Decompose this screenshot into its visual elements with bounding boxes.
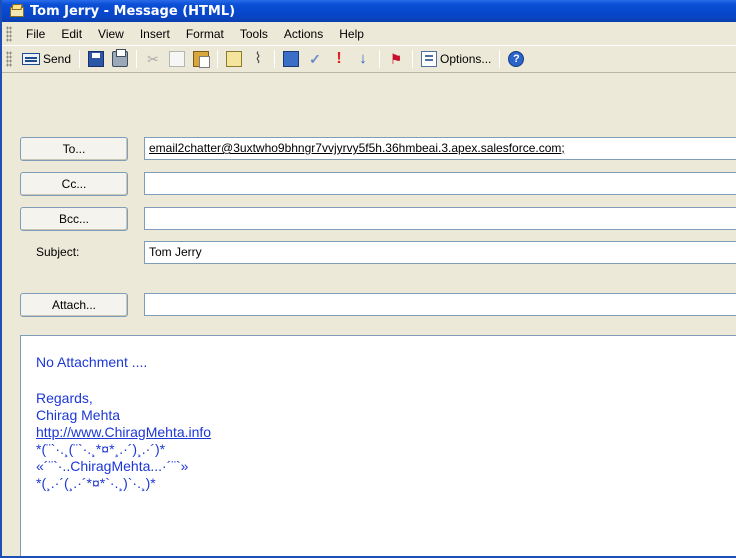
- subject-label: Subject:: [36, 245, 80, 259]
- message-window: Tom Jerry - Message (HTML) File Edit Vie…: [0, 0, 736, 558]
- attach-field[interactable]: [144, 293, 736, 316]
- cut-button[interactable]: ✂: [142, 48, 164, 70]
- standard-toolbar: Send ✂ ⌇ ✓ ! ↓ ⚑ Options... ?: [2, 45, 736, 73]
- save-button[interactable]: [85, 48, 107, 70]
- bcc-button[interactable]: Bcc...: [20, 207, 128, 231]
- help-button[interactable]: ?: [505, 48, 527, 70]
- to-field[interactable]: email2chatter@3uxtwho9bhngr7vvjyrvy5f5h.…: [144, 137, 736, 160]
- send-label: Send: [43, 52, 72, 66]
- check-names-icon: ✓: [309, 51, 321, 67]
- to-button[interactable]: To...: [20, 137, 128, 161]
- body-line: *(¨`·.¸(¨`·.¸*¤*¸.·´)¸.·´)*: [36, 441, 166, 457]
- low-importance-button[interactable]: ↓: [352, 48, 374, 70]
- menu-format[interactable]: Format: [178, 24, 232, 44]
- subject-field[interactable]: Tom Jerry: [144, 241, 736, 264]
- menu-bar: File Edit View Insert Format Tools Actio…: [2, 22, 736, 45]
- send-button[interactable]: Send: [19, 48, 74, 70]
- menu-actions[interactable]: Actions: [276, 24, 331, 44]
- attach-button[interactable]: Attach...: [20, 293, 128, 317]
- menu-insert[interactable]: Insert: [132, 24, 178, 44]
- low-importance-icon: ↓: [359, 50, 367, 67]
- body-line: Chirag Mehta: [36, 407, 121, 423]
- window-title: Tom Jerry - Message (HTML): [30, 3, 236, 19]
- body-line: No Attachment ....: [36, 354, 148, 370]
- print-button[interactable]: [109, 48, 131, 70]
- toolbar-separator: [274, 50, 276, 68]
- insert-file-button[interactable]: ⌇: [247, 48, 269, 70]
- toolbar-separator: [136, 50, 138, 68]
- menu-tools[interactable]: Tools: [232, 24, 276, 44]
- toolbar-separator: [79, 50, 81, 68]
- menu-grip-icon[interactable]: [6, 25, 12, 42]
- signature-icon: [226, 51, 243, 67]
- paste-icon: [193, 51, 211, 68]
- attach-icon: ⌇: [254, 50, 262, 67]
- signature-link[interactable]: http://www.ChiragMehta.info: [36, 424, 736, 441]
- bcc-field[interactable]: [144, 207, 736, 230]
- toolbar-separator: [412, 50, 414, 68]
- body-line: *(¸.·´(¸.·´*¤*`·.¸)`·.¸)*: [36, 475, 156, 491]
- body-line: Regards,: [36, 390, 93, 406]
- menu-edit[interactable]: Edit: [53, 24, 90, 44]
- menu-view[interactable]: View: [90, 24, 132, 44]
- copy-button[interactable]: [166, 48, 188, 70]
- follow-up-button[interactable]: ⚑: [385, 48, 407, 70]
- cc-button[interactable]: Cc...: [20, 172, 128, 196]
- toolbar-separator: [217, 50, 219, 68]
- paste-button[interactable]: [190, 48, 212, 70]
- high-importance-icon: !: [336, 50, 342, 67]
- message-body[interactable]: No Attachment .... Regards, Chirag Mehta…: [20, 335, 736, 556]
- save-icon: [88, 51, 105, 67]
- high-importance-button[interactable]: !: [328, 48, 350, 70]
- menu-file[interactable]: File: [18, 24, 53, 44]
- options-button[interactable]: Options...: [418, 48, 494, 70]
- message-header: To... email2chatter@3uxtwho9bhngr7vvjyrv…: [2, 73, 736, 333]
- copy-icon: [169, 51, 186, 67]
- print-icon: [112, 49, 129, 67]
- send-icon: [22, 53, 40, 65]
- menu-help[interactable]: Help: [331, 24, 372, 44]
- help-icon: ?: [508, 51, 525, 67]
- signature-button[interactable]: [223, 48, 245, 70]
- toolbar-grip-icon[interactable]: [6, 51, 12, 67]
- follow-up-flag-icon: ⚑: [389, 51, 403, 67]
- body-line: «´¨`·..ChiragMehta...·´¨`»: [36, 458, 189, 474]
- cut-icon: ✂: [147, 51, 159, 67]
- toolbar-separator: [379, 50, 381, 68]
- address-book-icon: [283, 51, 300, 67]
- body-blank-line: [36, 371, 736, 390]
- message-envelope-icon: [10, 4, 26, 18]
- cc-field[interactable]: [144, 172, 736, 195]
- title-bar[interactable]: Tom Jerry - Message (HTML): [2, 0, 736, 22]
- check-names-button[interactable]: ✓: [304, 48, 326, 70]
- options-label: Options...: [440, 52, 492, 66]
- toolbar-separator: [499, 50, 501, 68]
- address-book-button[interactable]: [280, 48, 302, 70]
- options-icon: [421, 51, 438, 67]
